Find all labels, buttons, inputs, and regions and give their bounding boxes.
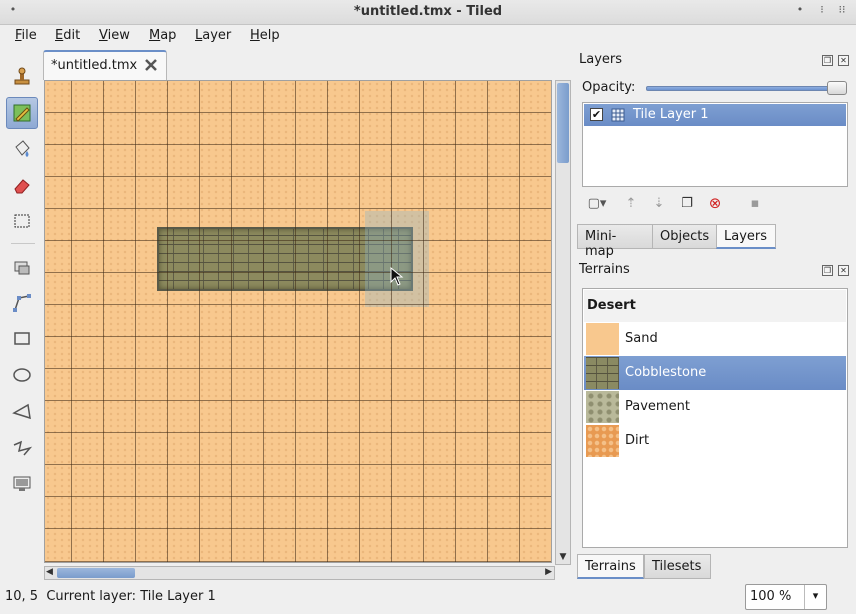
map-canvas[interactable]	[44, 80, 552, 563]
tile-layer-icon	[611, 108, 625, 122]
menu-layer[interactable]: Layer	[195, 28, 231, 43]
rectangular-select-icon	[14, 214, 30, 228]
raise-layer-icon[interactable]: ⇡	[622, 194, 640, 212]
insert-rectangle-icon	[14, 332, 30, 345]
insert-polygon-icon	[12, 403, 31, 420]
insert-polyline-tool[interactable]	[6, 431, 38, 463]
remove-layer-icon[interactable]: ⊗	[706, 194, 724, 212]
duplicate-layer-icon[interactable]: ❐	[678, 194, 696, 212]
insert-tile-icon	[13, 476, 31, 491]
insert-polygon-tool[interactable]	[6, 395, 38, 427]
close-terrains-panel-icon[interactable]: ✕	[838, 265, 849, 276]
tab-terrains[interactable]: Terrains	[577, 554, 644, 579]
insert-ellipse-tool[interactable]	[6, 359, 38, 391]
layer-visibility-checkbox[interactable]: ✔	[590, 108, 603, 121]
status-bar: 10, 5 Current layer: Tile Layer 1 100 % …	[0, 582, 856, 614]
scroll-right-icon[interactable]: ▶	[545, 567, 552, 577]
chevron-down-icon[interactable]: ▾	[804, 585, 826, 609]
terrain-name: Dirt	[625, 433, 650, 448]
layers-panel-title: Layers	[579, 52, 623, 67]
menu-edit[interactable]: Edit	[55, 28, 80, 43]
layer-name: Tile Layer 1	[633, 107, 709, 122]
document-tab[interactable]: *untitled.tmx	[43, 50, 167, 80]
edit-polygons-tool[interactable]	[6, 287, 38, 319]
bucket-fill-icon	[15, 140, 30, 157]
opacity-slider-handle[interactable]	[827, 81, 847, 95]
minimize-icon[interactable]: •	[793, 3, 807, 16]
dirt-swatch	[586, 425, 619, 457]
insert-rectangle-tool[interactable]	[6, 323, 38, 355]
terrain-item-sand[interactable]: Sand	[584, 322, 846, 356]
vertical-scrollbar[interactable]: ▼	[555, 80, 571, 565]
close-window-icon[interactable]: ⁝⁝	[835, 3, 849, 16]
terrain-name: Sand	[625, 331, 658, 346]
sand-swatch	[586, 323, 619, 355]
window-title: *untitled.tmx - Tiled	[353, 4, 503, 19]
select-objects-icon	[14, 261, 30, 275]
horizontal-scrollbar[interactable]: ◀ ▶	[44, 566, 555, 580]
terrain-group-header: Desert	[584, 290, 846, 322]
scroll-down-icon[interactable]: ▼	[557, 551, 569, 563]
layer-row[interactable]: ✔ Tile Layer 1	[584, 104, 846, 126]
insert-polyline-icon	[13, 440, 33, 456]
float-terrains-panel-icon[interactable]: ❐	[822, 265, 833, 276]
terrain-brush-tool[interactable]	[6, 97, 38, 129]
terrain-name: Cobblestone	[625, 365, 707, 380]
status-text: 10, 5 Current layer: Tile Layer 1	[5, 589, 216, 604]
menu-file[interactable]: File	[15, 28, 37, 43]
tab-minimap[interactable]: Mini-map	[577, 224, 653, 259]
menu-help[interactable]: Help	[250, 28, 280, 43]
tab-layers[interactable]: Layers	[716, 224, 776, 249]
opacity-label: Opacity:	[582, 80, 636, 95]
insert-tile-tool[interactable]	[6, 467, 38, 499]
vertical-scroll-thumb[interactable]	[557, 83, 569, 163]
pavement-swatch	[586, 391, 619, 423]
menu-map[interactable]: Map	[149, 28, 176, 43]
terrain-item-dirt[interactable]: Dirt	[584, 424, 846, 458]
terrain-name: Pavement	[625, 399, 690, 414]
document-tab-label: *untitled.tmx	[51, 58, 138, 73]
tab-tilesets[interactable]: Tilesets	[644, 554, 711, 579]
close-tab-icon[interactable]	[144, 58, 158, 72]
toolbar-separator	[11, 243, 35, 244]
layer-properties-icon[interactable]: ▪	[746, 194, 764, 212]
stamp-brush-tool[interactable]	[6, 61, 38, 93]
layer-toolbar: ▢▾ ⇡ ⇣ ❐ ⊗ ▪	[584, 192, 844, 214]
rectangular-select-tool[interactable]	[6, 205, 38, 237]
edit-polygons-icon	[13, 294, 31, 312]
tile-grid	[45, 81, 551, 562]
bucket-fill-tool[interactable]	[6, 133, 38, 165]
select-objects-tool[interactable]	[6, 251, 38, 283]
float-panel-icon[interactable]: ❐	[822, 55, 833, 66]
eraser-tool[interactable]	[6, 169, 38, 201]
cobblestone-swatch	[586, 357, 619, 389]
maximize-icon[interactable]: ⁝	[815, 3, 829, 16]
tools-toolbar	[3, 55, 41, 495]
close-panel-icon[interactable]: ✕	[838, 55, 849, 66]
title-bar: • *untitled.tmx - Tiled • ⁝ ⁝⁝	[0, 0, 856, 25]
zoom-combobox[interactable]: 100 % ▾	[745, 584, 827, 610]
tab-objects[interactable]: Objects	[652, 224, 717, 249]
insert-ellipse-icon	[13, 368, 31, 382]
eraser-icon	[14, 179, 30, 194]
opacity-slider[interactable]	[646, 81, 847, 95]
horizontal-scroll-thumb[interactable]	[57, 568, 135, 578]
menu-view[interactable]: View	[99, 28, 130, 43]
terrain-item-pavement[interactable]: Pavement	[584, 390, 846, 424]
menu-bar: File Edit View Map Layer Help	[0, 25, 856, 47]
terrain-list: Desert Sand Cobblestone Pavement Dirt	[582, 288, 848, 548]
terrain-item-cobblestone[interactable]: Cobblestone	[584, 356, 846, 390]
terrain-brush-icon	[13, 104, 31, 122]
lower-layer-icon[interactable]: ⇣	[650, 194, 668, 212]
layer-list: ✔ Tile Layer 1	[582, 102, 848, 187]
zoom-value: 100 %	[750, 589, 792, 604]
stamp-brush-icon	[14, 67, 30, 85]
mouse-cursor-icon	[390, 267, 404, 286]
scroll-left-icon[interactable]: ◀	[46, 567, 53, 577]
new-layer-icon[interactable]: ▢▾	[588, 194, 607, 212]
terrains-panel-title: Terrains	[579, 262, 630, 277]
